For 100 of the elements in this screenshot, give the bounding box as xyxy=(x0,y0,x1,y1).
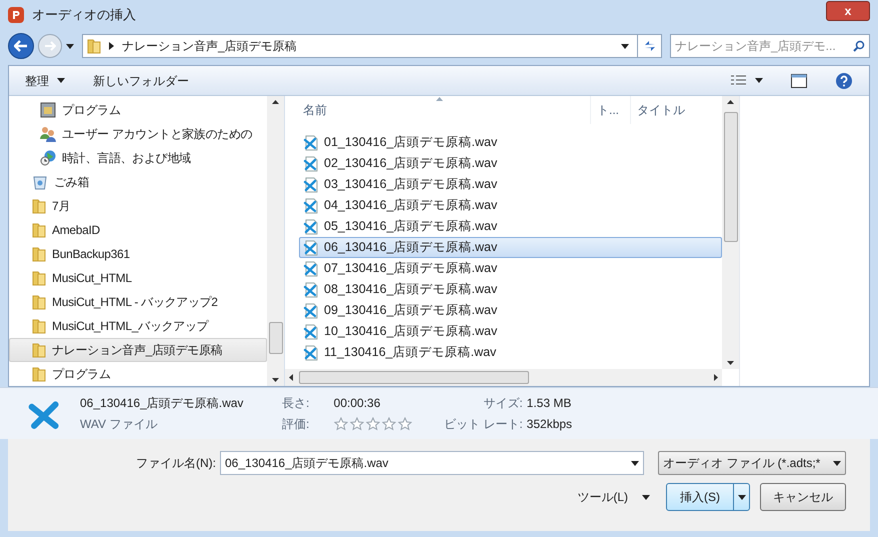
scroll-thumb[interactable] xyxy=(724,112,738,242)
size-value: 1.53 MB xyxy=(526,395,572,412)
file-name-input[interactable]: 06_130416_店頭デモ原稿.wav xyxy=(225,454,631,472)
column-header[interactable]: ト... xyxy=(591,96,631,124)
length-label: 長さ: xyxy=(282,395,310,412)
sidebar-item-label: プログラム xyxy=(62,102,121,119)
audio-file-icon xyxy=(303,156,319,172)
file-list-scrollbar[interactable] xyxy=(722,96,739,369)
file-name: 11_130416_店頭デモ原稿.wav xyxy=(324,344,496,362)
sidebar-item[interactable]: ナレーション音声_店頭デモ原稿 xyxy=(9,338,267,362)
file-name-field[interactable]: 06_130416_店頭デモ原稿.wav xyxy=(220,451,644,475)
organize-button[interactable]: 整理 xyxy=(25,72,65,90)
file-row[interactable]: 02_130416_店頭デモ原稿.wav xyxy=(299,153,722,174)
preview-pane-icon[interactable] xyxy=(791,74,807,88)
bitrate-label: ビット レート: xyxy=(444,416,523,433)
folder-icon xyxy=(32,294,46,310)
sidebar-item[interactable]: プログラム xyxy=(9,98,267,122)
cancel-button[interactable]: キャンセル xyxy=(760,483,846,511)
rating-star-icon[interactable] xyxy=(398,417,412,431)
sidebar-item-label: 時計、言語、および地域 xyxy=(62,150,191,167)
address-bar[interactable]: ナレーション音声_店頭デモ原稿 xyxy=(82,34,662,58)
sidebar-item[interactable]: MusiCut_HTML xyxy=(9,266,267,290)
sidebar-item[interactable]: AmebaID xyxy=(9,218,267,242)
file-row[interactable]: 06_130416_店頭デモ原稿.wav xyxy=(299,237,722,258)
scroll-right-icon[interactable] xyxy=(714,374,718,381)
rating-star-icon[interactable] xyxy=(350,417,364,431)
insert-options-caret-icon xyxy=(738,494,746,500)
rating-star-icon[interactable] xyxy=(366,417,380,431)
folder-icon xyxy=(32,318,46,334)
scroll-up-icon[interactable] xyxy=(272,100,279,104)
file-name-label: ファイル名(N): xyxy=(136,455,216,472)
audio-file-icon xyxy=(303,218,319,234)
folder-icon xyxy=(32,222,46,238)
detail-file-type: WAV ファイル xyxy=(80,416,158,433)
file-row[interactable]: 08_130416_店頭デモ原稿.wav xyxy=(299,279,722,300)
scroll-left-icon[interactable] xyxy=(289,374,293,381)
file-row[interactable]: 11_130416_店頭デモ原稿.wav xyxy=(299,342,722,363)
file-row[interactable]: 07_130416_店頭デモ原稿.wav xyxy=(299,258,722,279)
horizontal-scrollbar[interactable] xyxy=(285,369,722,386)
rating-star-icon[interactable] xyxy=(382,417,396,431)
sidebar-item[interactable]: 7月 xyxy=(9,194,267,218)
caret-icon xyxy=(631,460,639,466)
view-list-icon[interactable] xyxy=(731,74,747,86)
search-field[interactable]: ナレーション音声_店頭デモ... xyxy=(670,34,870,58)
scroll-thumb[interactable] xyxy=(299,371,529,384)
rating-star-icon[interactable] xyxy=(334,417,348,431)
file-row[interactable]: 10_130416_店頭デモ原稿.wav xyxy=(299,321,722,342)
sidebar-item[interactable]: ユーザー アカウントと家族のための xyxy=(9,122,267,146)
scroll-up-icon[interactable] xyxy=(727,100,734,104)
help-icon[interactable] xyxy=(835,72,853,90)
file-type-dropdown[interactable]: オーディオ ファイル (*.adts;* xyxy=(658,451,846,475)
new-folder-button[interactable]: 新しいフォルダー xyxy=(93,72,189,90)
sidebar-item[interactable]: MusiCut_HTML_バックアップ xyxy=(9,314,267,338)
caret-icon xyxy=(833,460,841,466)
back-button[interactable] xyxy=(8,33,34,59)
file-row[interactable]: 01_130416_店頭デモ原稿.wav xyxy=(299,132,722,153)
audio-file-icon xyxy=(303,324,319,340)
sidebar-item-label: プログラム xyxy=(52,366,111,383)
caret-icon xyxy=(642,494,650,500)
file-row[interactable]: 05_130416_店頭デモ原稿.wav xyxy=(299,216,722,237)
sidebar-item[interactable]: プログラム xyxy=(9,362,267,386)
file-row[interactable]: 04_130416_店頭デモ原稿.wav xyxy=(299,195,722,216)
sidebar-item[interactable]: BunBackup361 xyxy=(9,242,267,266)
file-name: 07_130416_店頭デモ原稿.wav xyxy=(324,260,498,278)
sidebar-item-label: BunBackup361 xyxy=(52,246,130,263)
sidebar-item-label: AmebaID xyxy=(52,222,100,239)
sidebar-item[interactable]: MusiCut_HTML - バックアップ2 xyxy=(9,290,267,314)
file-name: 01_130416_店頭デモ原稿.wav xyxy=(324,134,498,152)
insert-button[interactable]: 挿入(S) xyxy=(666,483,750,511)
column-header[interactable]: 名前 xyxy=(285,96,591,124)
sidebar-item-label: ごみ箱 xyxy=(54,174,90,191)
scroll-down-icon[interactable] xyxy=(727,361,734,365)
trash-bin-icon xyxy=(32,174,48,190)
close-button[interactable]: x xyxy=(826,1,870,21)
column-header[interactable]: タイトル xyxy=(631,96,722,124)
audio-file-icon xyxy=(303,282,319,298)
window-panel-icon xyxy=(40,102,56,118)
folder-icon xyxy=(32,246,46,262)
audio-file-icon xyxy=(303,260,319,276)
caret-icon xyxy=(621,44,629,48)
sidebar-item-label: MusiCut_HTML_バックアップ xyxy=(52,318,208,335)
scroll-thumb[interactable] xyxy=(268,322,282,354)
audio-file-icon xyxy=(303,344,319,360)
audio-file-icon xyxy=(303,198,319,214)
file-row[interactable]: 03_130416_店頭デモ原稿.wav xyxy=(299,174,722,195)
users-icon xyxy=(40,126,56,142)
file-name: 10_130416_店頭デモ原稿.wav xyxy=(324,323,498,340)
folder-icon xyxy=(87,38,101,54)
audio-file-icon xyxy=(303,176,319,192)
scroll-down-icon[interactable] xyxy=(272,378,279,382)
search-input[interactable]: ナレーション音声_店頭デモ... xyxy=(675,37,853,55)
sidebar-item[interactable]: 時計、言語、および地域 xyxy=(9,146,267,170)
file-row[interactable]: 09_130416_店頭デモ原稿.wav xyxy=(299,300,722,321)
tools-button[interactable]: ツール(L) xyxy=(577,488,650,506)
sidebar-scrollbar[interactable] xyxy=(267,96,284,386)
file-name: 02_130416_店頭デモ原稿.wav xyxy=(324,155,498,172)
address-path: ナレーション音声_店頭デモ原稿 xyxy=(122,38,298,55)
sidebar-item[interactable]: ごみ箱 xyxy=(9,170,267,194)
length-value: 00:00:36 xyxy=(334,395,382,412)
folder-icon xyxy=(32,366,46,382)
